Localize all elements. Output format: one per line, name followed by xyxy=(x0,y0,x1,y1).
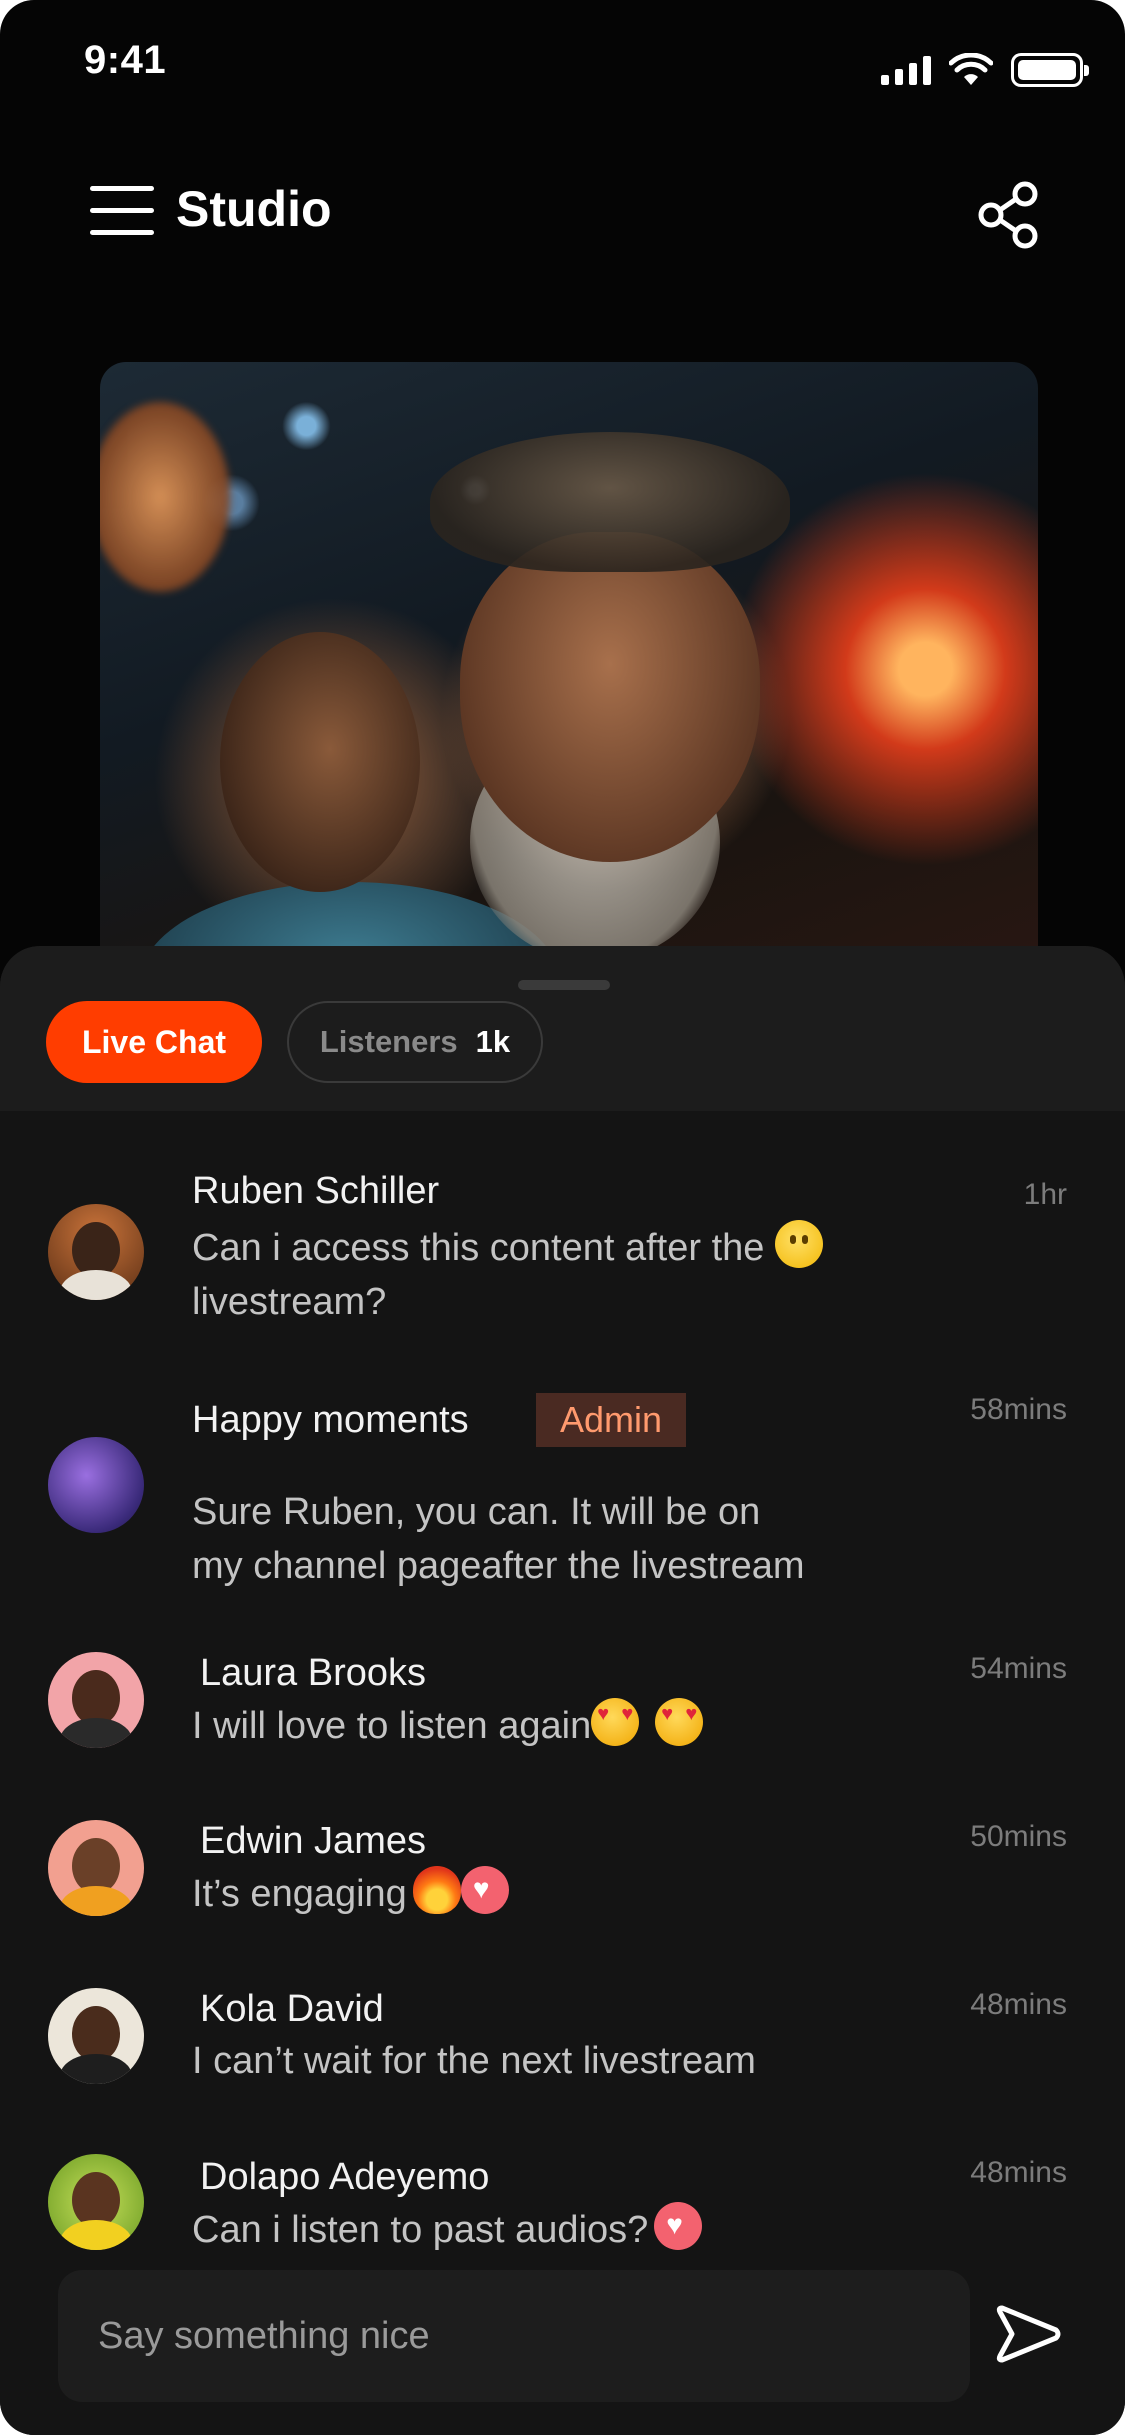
wifi-icon xyxy=(949,53,993,85)
tab-live-chat[interactable]: Live Chat xyxy=(46,1001,262,1083)
chat-tabs-bar: Live Chat Listeners 1k xyxy=(0,946,1125,1111)
menu-icon[interactable] xyxy=(90,186,156,236)
sender-name: Happy moments xyxy=(192,1399,469,1441)
status-icons xyxy=(881,50,1089,90)
fire-icon xyxy=(412,1866,461,1914)
send-icon[interactable] xyxy=(992,2298,1064,2370)
listeners-label: Listeners xyxy=(319,1024,458,1059)
heart-icon xyxy=(460,1866,509,1914)
page-title: Studio xyxy=(176,181,332,237)
sender-name: Laura Brooks xyxy=(200,1652,427,1694)
message-text: It’s engaging xyxy=(192,1866,509,1921)
sender-name: Edwin James xyxy=(200,1820,426,1862)
avatar[interactable] xyxy=(48,1652,144,1748)
tab-listeners[interactable]: Listeners 1k xyxy=(287,1001,543,1083)
avatar[interactable] xyxy=(48,1988,144,2084)
message-time: 50mins xyxy=(970,1820,1067,1853)
drag-handle[interactable] xyxy=(518,980,610,990)
message-text: Sure Ruben, you can. It will be on my ch… xyxy=(192,1491,805,1587)
message-text: Can i listen to past audios? xyxy=(192,2202,703,2257)
app-screen: 9:41 Studio Live Chat Listeners 1k Ruben… xyxy=(0,0,1125,2435)
message-time: 1hr xyxy=(1023,1178,1067,1211)
message-text: I will love to listen again xyxy=(192,1698,704,1753)
avatar[interactable] xyxy=(48,1204,144,1300)
share-icon[interactable] xyxy=(975,180,1045,250)
heart-eyes-icon xyxy=(591,1698,640,1746)
avatar[interactable] xyxy=(48,1437,144,1533)
message-input[interactable]: Say something nice xyxy=(58,2270,970,2402)
heart-eyes-icon xyxy=(655,1698,704,1746)
avatar[interactable] xyxy=(48,1820,144,1916)
message-time: 48mins xyxy=(970,1988,1067,2021)
heart-icon xyxy=(654,2202,703,2250)
sender-name: Kola David xyxy=(200,1988,384,2030)
livestream-cover-image[interactable] xyxy=(100,362,1038,1002)
avatar[interactable] xyxy=(48,2154,144,2250)
message-time: 54mins xyxy=(970,1652,1067,1685)
smiling-face-icon xyxy=(774,1220,823,1268)
listeners-count: 1k xyxy=(475,1024,511,1059)
admin-badge: Admin xyxy=(536,1393,686,1447)
message-text: Can i access this content after the live… xyxy=(192,1220,823,1329)
message-time: 48mins xyxy=(970,2156,1067,2189)
sender-name: Ruben Schiller xyxy=(192,1170,440,1212)
message-time: 58mins xyxy=(970,1393,1067,1426)
cellular-signal-icon xyxy=(881,55,931,85)
status-time: 9:41 xyxy=(84,38,167,82)
message-text: I can’t wait for the next livestream xyxy=(192,2040,756,2082)
battery-icon xyxy=(1011,53,1089,87)
sender-name: Dolapo Adeyemo xyxy=(200,2156,490,2198)
